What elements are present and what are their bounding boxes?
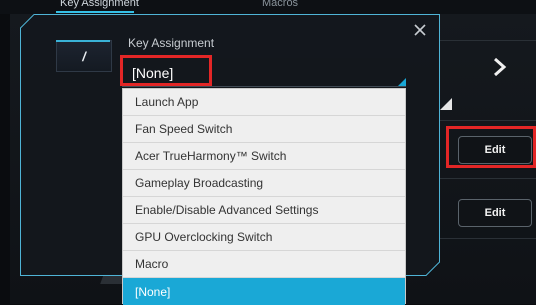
dropdown-option-trueharmony-switch[interactable]: Acer TrueHarmony™ Switch [123,143,405,170]
tab-macros[interactable]: Macros [262,0,298,9]
close-icon[interactable] [412,22,428,38]
dropdown-option-gpu-overclocking[interactable]: GPU Overclocking Switch [123,224,405,251]
tab-bar: Key Assignment Macros [0,0,536,14]
dropdown-option-gameplay-broadcasting[interactable]: Gameplay Broadcasting [123,170,405,197]
tab-key-assignment[interactable]: Key Assignment [60,0,139,9]
chevron-right-icon[interactable] [488,56,510,78]
dialog-title: Key Assignment [128,36,215,50]
active-tab-indicator [56,11,134,13]
dropdown-option-launch-app[interactable]: Launch App [123,89,405,116]
row-divider [440,120,536,121]
dropdown-corner-icon [440,98,452,110]
assignment-dropdown-list: Launch App Fan Speed Switch Acer TrueHar… [122,88,406,305]
dropdown-option-fan-speed-switch[interactable]: Fan Speed Switch [123,116,405,143]
dropdown-option-macro[interactable]: Macro [123,251,405,278]
key-badge: / [56,40,112,72]
edit-button[interactable]: Edit [458,199,532,227]
select-highlight-box [120,55,212,86]
row-divider [440,238,536,239]
row-divider [440,178,536,179]
key-badge-accent [56,40,110,42]
row-divider [440,40,536,41]
dropdown-corner-icon [398,78,406,86]
dropdown-option-none[interactable]: [None] [123,278,405,305]
dropdown-option-advanced-settings[interactable]: Enable/Disable Advanced Settings [123,197,405,224]
edit-highlight-box [446,126,536,168]
